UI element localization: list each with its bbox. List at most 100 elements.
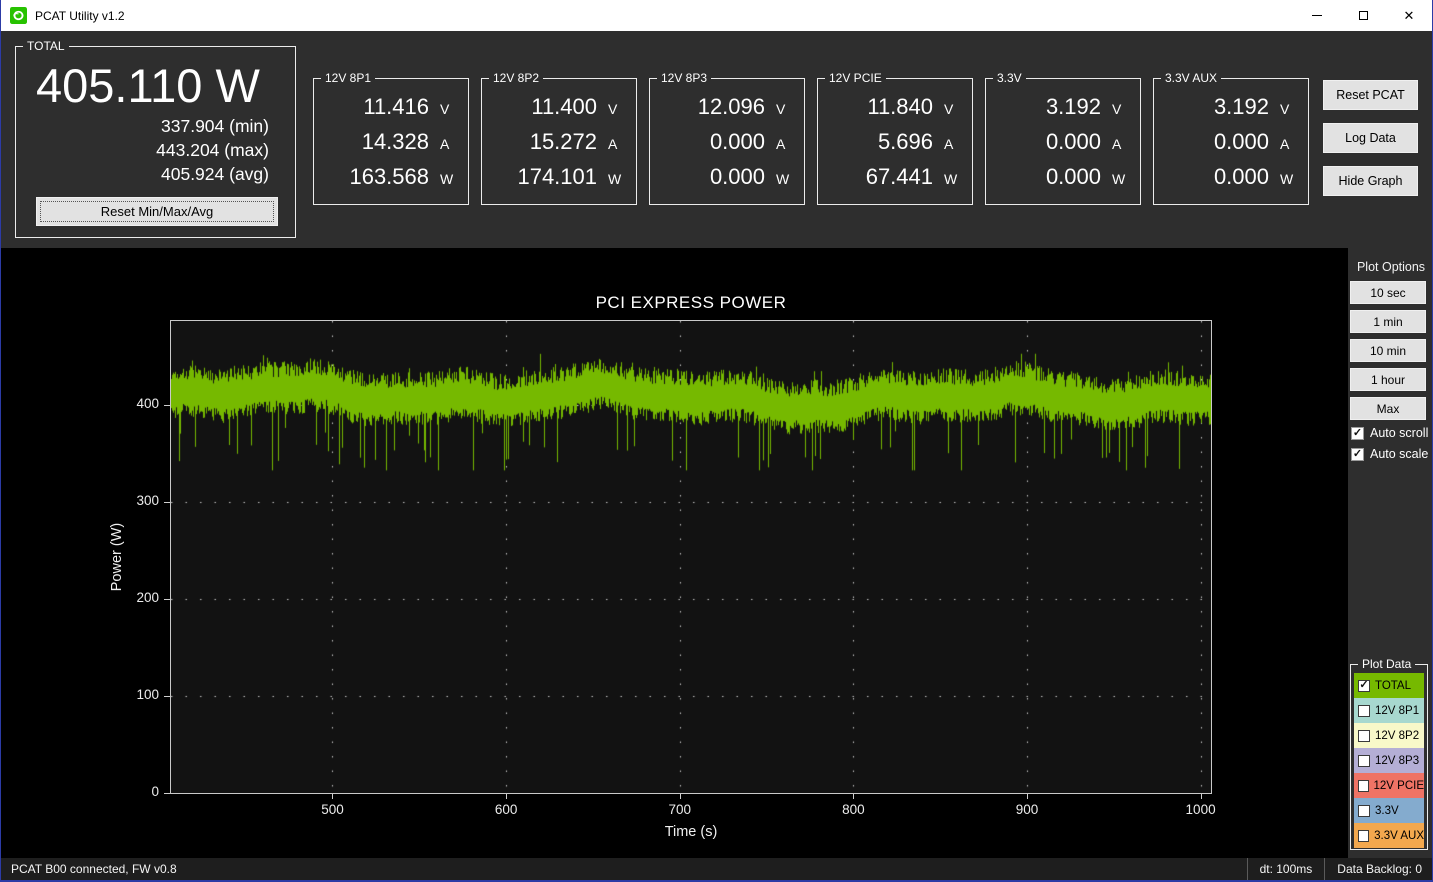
series-12v-pcie-checkbox[interactable]	[1358, 779, 1369, 792]
series-label: TOTAL	[1375, 679, 1411, 692]
plot-data-row-3v3-aux[interactable]: 3.3V AUX	[1354, 823, 1424, 848]
series-3v3-checkbox[interactable]	[1358, 804, 1370, 817]
plot-data-row-12v-8p1[interactable]: 12V 8P1	[1354, 698, 1424, 723]
range-10min-button[interactable]: 10 min	[1350, 339, 1426, 362]
range-1min-button[interactable]: 1 min	[1350, 310, 1426, 333]
x-tick-mark	[679, 794, 681, 799]
auto-scale-checkbox[interactable]: ✓	[1351, 447, 1364, 461]
x-tick-label: 1000	[1185, 802, 1216, 817]
watts-unit: W	[440, 171, 454, 187]
status-bar: PCAT B00 connected, FW v0.8 dt: 100ms Da…	[1, 858, 1432, 880]
total-min-value: 337.904 (min)	[161, 116, 269, 137]
amps-value: 0.000	[709, 129, 765, 154]
series-12v-8p2-checkbox[interactable]	[1358, 729, 1370, 742]
amps-unit: A	[608, 136, 618, 152]
dt-status: dt: 100ms	[1246, 858, 1325, 880]
x-tick-mark	[332, 794, 334, 799]
amps-value: 15.272	[529, 129, 597, 154]
volts-value: 3.192	[1045, 94, 1101, 119]
auto-scale-checkbox-row[interactable]: ✓ Auto scale	[1351, 446, 1428, 462]
series-12v-8p1-checkbox[interactable]	[1358, 704, 1370, 717]
amps-unit: A	[1112, 136, 1122, 152]
rail-panel-3v3: 3.3V 3.192 V 0.000 A 0.000 W	[985, 71, 1141, 205]
log-data-button[interactable]: Log Data	[1323, 123, 1418, 153]
rail-label: 12V 8P2	[489, 71, 544, 85]
x-axis-label: Time (s)	[664, 824, 718, 840]
y-tick-label: 200	[136, 590, 159, 606]
watts-value: 0.000	[1213, 164, 1269, 189]
minimize-button[interactable]	[1294, 0, 1340, 31]
volts-value: 11.400	[531, 94, 597, 119]
x-tick-mark	[506, 794, 508, 799]
y-tick-mark	[164, 405, 170, 407]
volts-unit: V	[944, 101, 954, 117]
plot-data-row-12v-8p3[interactable]: 12V 8P3	[1354, 748, 1424, 773]
x-tick-mark	[1026, 794, 1028, 799]
series-label: 12V PCIE	[1373, 779, 1425, 792]
x-tick-mark	[1200, 794, 1202, 799]
amps-unit: A	[944, 136, 954, 152]
amps-value: 0.000	[1045, 129, 1101, 154]
series-3v3-aux-checkbox[interactable]	[1358, 829, 1370, 842]
plot-data-panel: Plot Data ✓ TOTAL 12V 8P1 12V 8P2 12V 8P…	[1350, 657, 1428, 850]
maximize-button[interactable]	[1340, 0, 1386, 31]
y-tick-label: 100	[136, 687, 159, 703]
chart-title: PCI EXPRESS POWER	[595, 293, 787, 312]
plot-data-row-12v-pcie[interactable]: 12V PCIE	[1354, 773, 1424, 798]
y-tick-label: 0	[151, 784, 159, 799]
total-panel: TOTAL 405.110 W 337.904 (min) 443.204 (m…	[15, 39, 296, 238]
close-button[interactable]: ✕	[1386, 0, 1432, 31]
amps-value: 14.328	[361, 129, 429, 154]
amps-value: 0.000	[1213, 129, 1269, 154]
rail-label: 3.3V	[993, 71, 1026, 85]
watts-unit: W	[608, 171, 622, 187]
volts-value: 11.416	[363, 94, 429, 119]
plot-data-panel-label: Plot Data	[1358, 657, 1416, 671]
connection-status: PCAT B00 connected, FW v0.8	[11, 862, 177, 876]
series-total-checkbox[interactable]: ✓	[1358, 679, 1370, 692]
plot-options-label: Plot Options	[1356, 260, 1426, 274]
series-label: 12V 8P2	[1375, 729, 1420, 742]
rail-panel-12v-8p1: 12V 8P1 11.416 V 14.328 A 163.568 W	[313, 71, 469, 205]
amps-unit: A	[440, 136, 450, 152]
plot-data-row-total[interactable]: ✓ TOTAL	[1354, 673, 1424, 698]
rail-panel-12v-8p3: 12V 8P3 12.096 V 0.000 A 0.000 W	[649, 71, 805, 205]
volts-value: 12.096	[697, 94, 765, 119]
rail-panel-12v-8p2: 12V 8P2 11.400 V 15.272 A 174.101 W	[481, 71, 637, 205]
range-10sec-button[interactable]: 10 sec	[1350, 281, 1426, 304]
reset-min-max-avg-button[interactable]: Reset Min/Max/Avg	[36, 197, 278, 226]
auto-scale-label: Auto scale	[1370, 447, 1429, 461]
plot-data-row-3v3[interactable]: 3.3V	[1354, 798, 1424, 823]
nvidia-logo-icon	[10, 7, 27, 24]
amps-unit: A	[776, 136, 786, 152]
power-plot-canvas	[170, 320, 1212, 794]
watts-unit: W	[776, 171, 790, 187]
series-label: 3.3V AUX	[1374, 829, 1424, 842]
pcat-utility-window: PCAT Utility v1.2 ✕ TOTAL 405.110 W 337.…	[0, 0, 1433, 882]
plot-data-row-12v-8p2[interactable]: 12V 8P2	[1354, 723, 1424, 748]
title-bar: PCAT Utility v1.2 ✕	[1, 0, 1432, 31]
minimize-icon	[1312, 15, 1322, 16]
rail-label: 3.3V AUX	[1161, 71, 1222, 85]
y-tick-mark	[164, 502, 170, 504]
watts-value: 163.568	[349, 164, 429, 189]
series-label: 12V 8P1	[1375, 704, 1420, 717]
watts-value: 0.000	[1045, 164, 1101, 189]
series-12v-8p3-checkbox[interactable]	[1358, 754, 1370, 767]
window-title: PCAT Utility v1.2	[35, 8, 125, 23]
maximize-icon	[1358, 11, 1368, 20]
x-tick-mark	[853, 794, 855, 799]
hide-graph-button[interactable]: Hide Graph	[1323, 166, 1418, 196]
rail-label: 12V 8P3	[657, 71, 712, 85]
auto-scroll-checkbox[interactable]: ✓	[1351, 426, 1364, 440]
x-tick-label: 900	[1015, 802, 1039, 817]
series-label: 3.3V	[1375, 804, 1399, 817]
watts-value: 174.101	[517, 164, 597, 189]
range-1hour-button[interactable]: 1 hour	[1350, 368, 1426, 391]
watts-unit: W	[1112, 171, 1126, 187]
reset-pcat-button[interactable]: Reset PCAT	[1323, 80, 1418, 110]
total-avg-value: 405.924 (avg)	[161, 164, 269, 185]
x-tick-label: 500	[321, 802, 344, 817]
auto-scroll-checkbox-row[interactable]: ✓ Auto scroll	[1351, 425, 1428, 441]
range-max-button[interactable]: Max	[1350, 397, 1426, 420]
